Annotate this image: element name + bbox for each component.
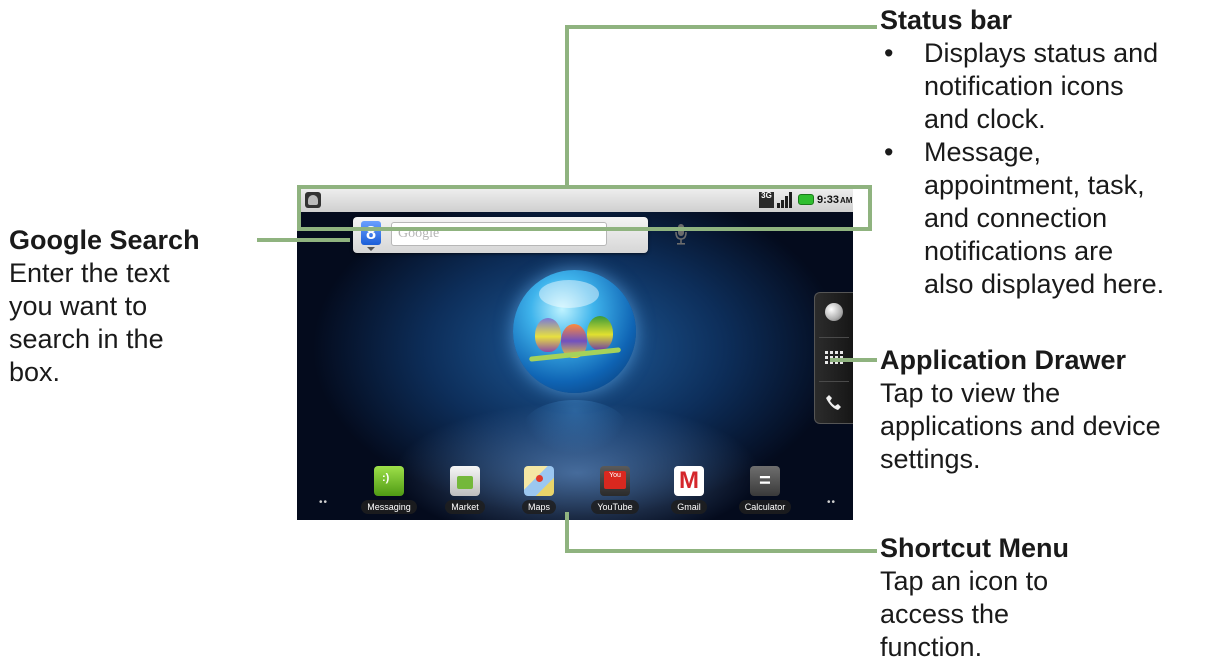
gmail-icon	[674, 466, 704, 496]
annotation-line: Message,	[924, 137, 1042, 167]
annotation-line: Tap an icon to	[880, 566, 1049, 596]
annotation-line: settings.	[880, 444, 981, 474]
callout-line-shortcut-vertical	[565, 512, 569, 553]
annotation-bullet-list: Displays status and notification icons a…	[880, 37, 1216, 301]
shortcut-messaging[interactable]: Messaging	[359, 466, 419, 514]
annotation-line: you want to	[9, 291, 148, 321]
annotation-line: access the	[880, 599, 1010, 629]
youtube-icon	[600, 466, 630, 496]
annotation-line: also displayed here.	[924, 269, 1165, 299]
bubble-reflection	[523, 400, 627, 455]
annotation-line: search in the	[9, 324, 164, 354]
messaging-icon	[374, 466, 404, 496]
phone-icon[interactable]	[825, 393, 843, 411]
browser-icon[interactable]	[825, 303, 843, 321]
shortcut-maps[interactable]: Maps	[509, 466, 569, 514]
callout-line-search	[257, 238, 350, 242]
annotation-line: Tap to view the	[880, 378, 1061, 408]
annotation-application-drawer: Application Drawer Tap to view the appli…	[880, 344, 1218, 476]
annotation-line: notification icons	[924, 71, 1124, 101]
shortcut-calculator[interactable]: Calculator	[735, 466, 795, 514]
status-bar-highlight-frame	[297, 185, 872, 231]
callout-line-app-drawer	[830, 358, 877, 362]
panel-divider	[819, 337, 849, 338]
bubble-highlight	[539, 280, 599, 308]
annotation-bullet: Message, appointment, task, and connecti…	[880, 136, 1216, 301]
callout-line-status-horizontal	[565, 25, 877, 29]
page-indicator-left[interactable]: ••	[319, 497, 328, 508]
annotation-line: appointment, task,	[924, 170, 1145, 200]
annotation-bullet: Displays status and notification icons a…	[880, 37, 1216, 136]
wallpaper-bird-bubble	[513, 270, 636, 393]
annotation-google-search: Google Search Enter the text you want to…	[9, 224, 249, 389]
android-home-screen: 3G 9:33AM 8 Google •• ••:) Messaging Ma…	[297, 188, 853, 520]
dock-label: YouTube	[591, 500, 639, 514]
callout-line-status-vertical	[565, 25, 569, 185]
bird-illustration	[587, 316, 613, 350]
annotation-title: Shortcut Menu	[880, 533, 1069, 563]
dock-label: Gmail	[671, 500, 707, 514]
annotation-line: and connection	[924, 203, 1108, 233]
annotation-title: Application Drawer	[880, 345, 1127, 375]
maps-icon	[524, 466, 554, 496]
annotation-line: applications and device	[880, 411, 1161, 441]
annotation-line: and clock.	[924, 104, 1046, 134]
annotation-shortcut-menu: Shortcut Menu Tap an icon to access the …	[880, 532, 1216, 664]
page-indicator-right[interactable]: ••	[827, 497, 836, 508]
annotation-line: Enter the text	[9, 258, 170, 288]
shortcut-youtube[interactable]: YouTube	[585, 466, 645, 514]
annotation-status-bar: Status bar Displays status and notificat…	[880, 4, 1216, 301]
dock-label: Market	[445, 500, 485, 514]
search-source-dropdown-icon[interactable]	[367, 247, 375, 251]
annotation-line: Displays status and	[924, 38, 1159, 68]
shortcut-market[interactable]: Market	[435, 466, 495, 514]
bird-illustration	[535, 318, 561, 352]
annotation-line: box.	[9, 357, 61, 387]
panel-divider	[819, 381, 849, 382]
dock-label: Messaging	[361, 500, 417, 514]
annotation-title: Status bar	[880, 5, 1013, 35]
market-icon	[450, 466, 480, 496]
dock-label: Calculator	[738, 500, 792, 514]
annotation-line: notifications are	[924, 236, 1114, 266]
shortcut-gmail[interactable]: Gmail	[659, 466, 719, 514]
annotation-line: function.	[880, 632, 983, 662]
calculator-icon	[750, 466, 780, 496]
dock-label: Maps	[521, 500, 556, 514]
annotation-title: Google Search	[9, 225, 200, 255]
callout-line-shortcut-horizontal	[565, 549, 877, 553]
